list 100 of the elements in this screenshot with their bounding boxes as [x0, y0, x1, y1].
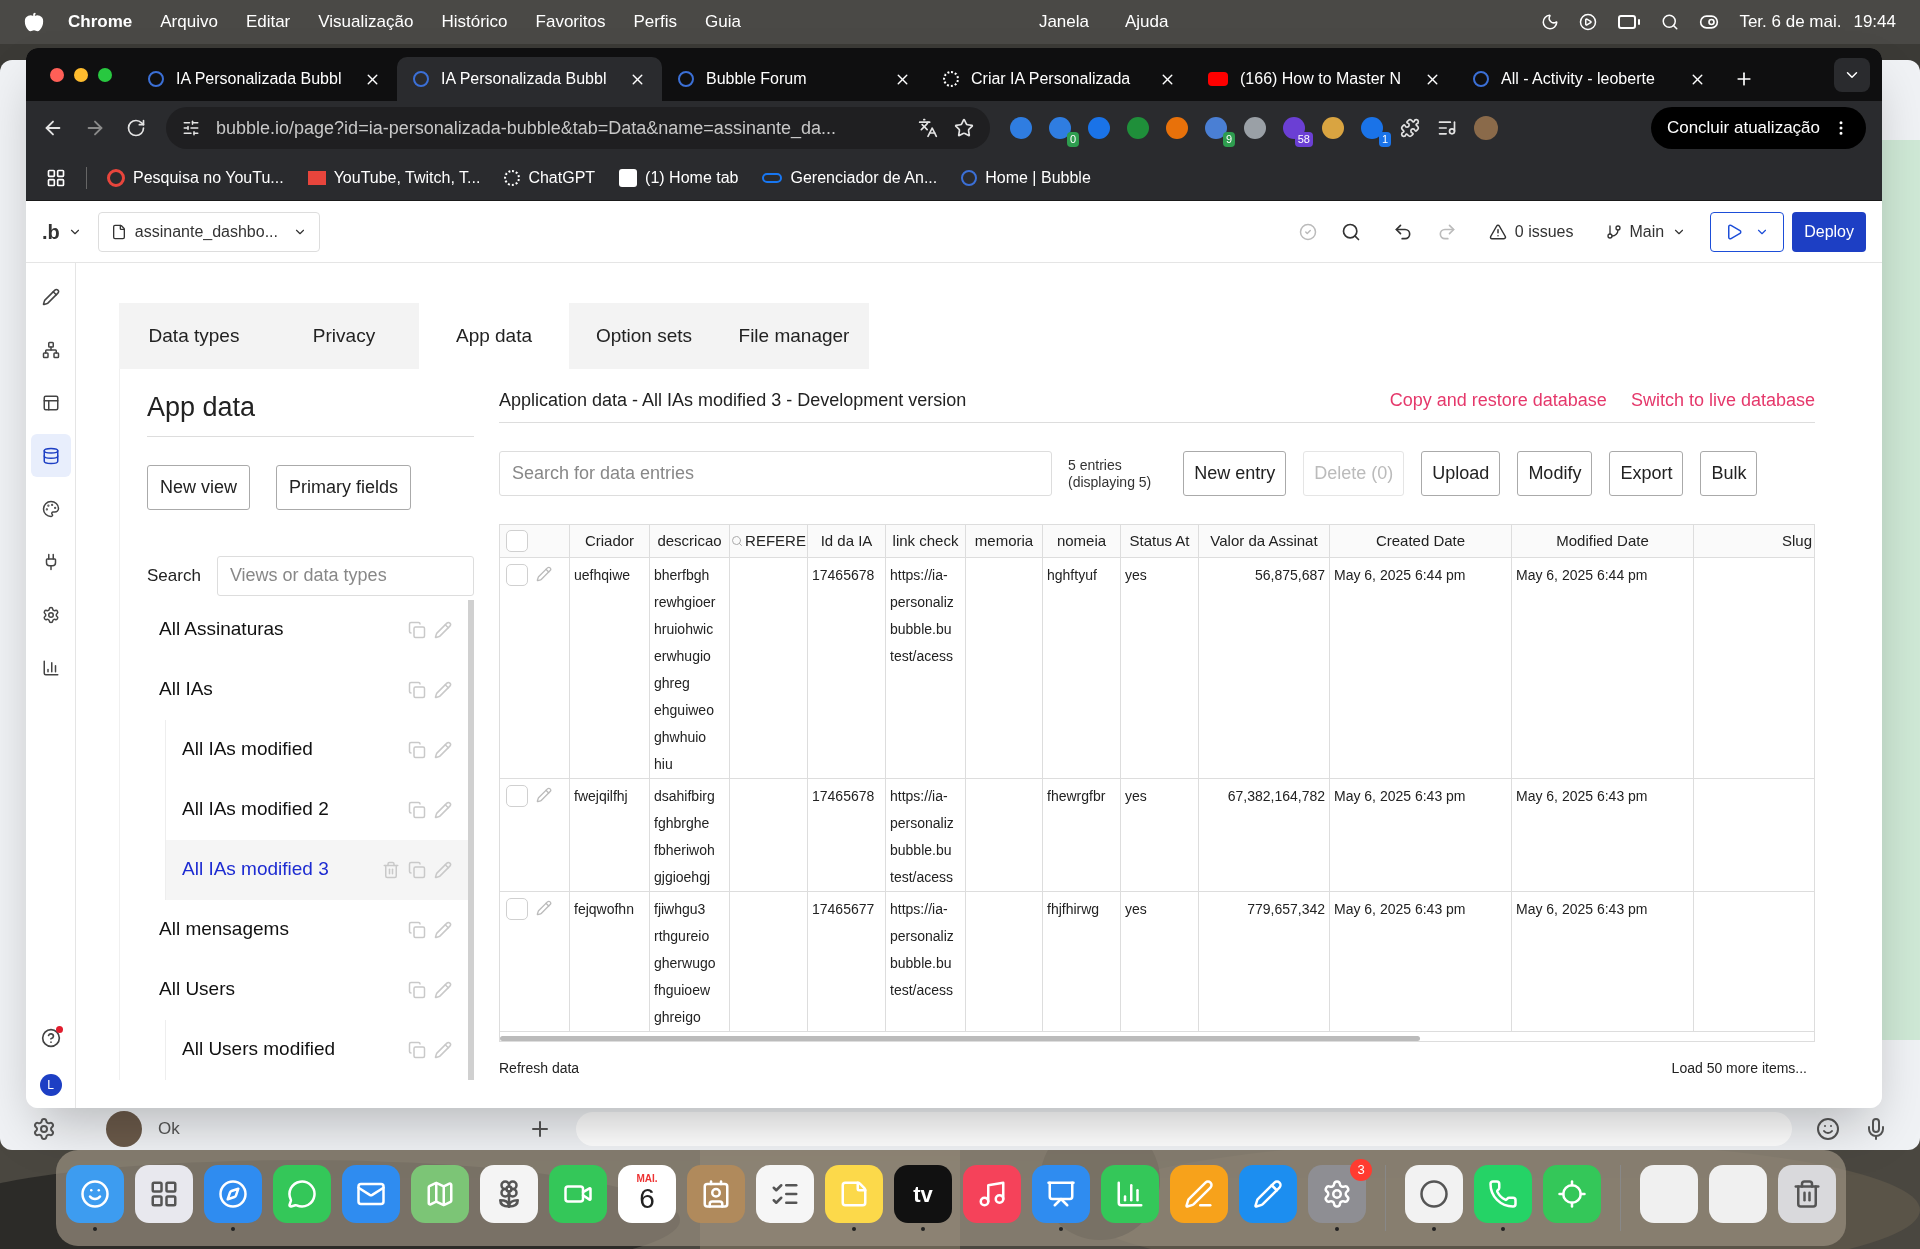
help-icon[interactable]	[40, 1028, 61, 1048]
action-button[interactable]: Export	[1609, 451, 1684, 496]
database-icon[interactable]	[30, 434, 71, 477]
notepad-icon[interactable]	[825, 1165, 883, 1223]
extension-icon[interactable]	[1244, 117, 1266, 139]
column-header[interactable]: Valor da Assinat	[1210, 529, 1318, 553]
browser-tab[interactable]: (166) How to Master N	[1192, 57, 1457, 101]
app-logo[interactable]: .b	[42, 216, 60, 247]
browser-tab[interactable]: IA Personalizada Bubbl	[397, 57, 662, 101]
browser-tab[interactable]: Bubble Forum	[662, 57, 927, 101]
column-header[interactable]: nomeia	[1056, 529, 1107, 553]
search-icon[interactable]	[1340, 221, 1361, 242]
music-note-icon[interactable]	[963, 1165, 1021, 1223]
bar-chart-icon[interactable]	[1101, 1165, 1159, 1223]
extension-icon[interactable]	[1049, 117, 1071, 139]
checkbox[interactable]	[506, 530, 528, 552]
menu-item[interactable]: Favoritos	[535, 9, 606, 35]
search-icon[interactable]	[1661, 13, 1680, 31]
bookmark[interactable]: (1) Home tab	[619, 165, 739, 190]
translate-icon[interactable]	[918, 118, 938, 138]
pen-icon[interactable]	[1170, 1165, 1228, 1223]
column-header[interactable]: descricao	[657, 529, 722, 553]
bookmark[interactable]: Pesquisa no YouTu...	[107, 165, 284, 190]
column-header[interactable]: Slug	[1781, 529, 1812, 553]
page-selector[interactable]: assinante_dashbo...	[97, 211, 320, 252]
user-avatar[interactable]: L	[39, 1074, 62, 1096]
browser-tab[interactable]: All - Activity - leoberte	[1457, 57, 1722, 101]
column-header[interactable]: REFERE	[745, 529, 806, 553]
menu-item[interactable]: Perfis	[633, 9, 677, 35]
menu-item[interactable]: Janela	[1038, 9, 1089, 35]
trash-icon[interactable]	[1778, 1165, 1836, 1223]
compass-icon[interactable]	[204, 1165, 262, 1223]
address-bar[interactable]: bubble.io/page?id=ia-personalizada-bubble&tab=Data&name=assinante_da...	[166, 107, 990, 149]
window-thumbnail[interactable]	[1640, 1165, 1698, 1223]
column-header[interactable]: Created Date	[1375, 529, 1466, 553]
media-controls-icon[interactable]	[1437, 118, 1457, 138]
bookmark[interactable]: YouTube, Twitch, T...	[307, 165, 481, 190]
contact-avatar[interactable]	[106, 1111, 142, 1147]
menu-item[interactable]: Arquivo	[160, 9, 218, 35]
preview-button[interactable]	[1710, 211, 1785, 252]
message-field[interactable]	[576, 1112, 1792, 1146]
column-header[interactable]: Criador	[584, 529, 635, 553]
menu-item[interactable]: Editar	[245, 9, 291, 35]
zoom-window-icon[interactable]	[98, 67, 112, 82]
panel-button[interactable]: Primary fields	[276, 464, 412, 510]
browser-tab[interactable]: IA Personalizada Bubbl	[132, 57, 397, 101]
action-button[interactable]: Bulk	[1700, 451, 1758, 496]
extension-icon[interactable]	[1088, 117, 1110, 139]
checkbox[interactable]	[506, 564, 528, 586]
apps-icon[interactable]	[46, 167, 66, 188]
extension-icon[interactable]	[1127, 117, 1149, 139]
emoji-icon[interactable]	[1816, 1117, 1840, 1141]
menu-item[interactable]: Visualização	[318, 9, 414, 35]
action-button[interactable]: Modify	[1517, 451, 1593, 496]
checkbox[interactable]	[506, 898, 528, 920]
flower-icon[interactable]	[480, 1165, 538, 1223]
database-link[interactable]: Switch to live database	[1630, 387, 1815, 414]
close-window-icon[interactable]	[50, 67, 64, 82]
tv-icon[interactable]: tv	[894, 1165, 952, 1223]
moon-icon[interactable]	[1541, 13, 1560, 31]
column-header[interactable]: Id da IA	[820, 529, 873, 553]
profile-avatar[interactable]	[1474, 116, 1498, 140]
speech-bubble-icon[interactable]	[273, 1165, 331, 1223]
browser-tab[interactable]: Criar IA Personalizada	[927, 57, 1192, 101]
branch-selector[interactable]: Main	[1605, 219, 1687, 244]
gear-icon[interactable]	[1308, 1165, 1366, 1223]
play-icon[interactable]	[1579, 13, 1598, 31]
load-more-link[interactable]: Load 50 more items...	[1671, 1058, 1807, 1079]
checkbox[interactable]	[506, 785, 528, 807]
undo-icon[interactable]	[1392, 221, 1413, 242]
contact-card-icon[interactable]	[687, 1165, 745, 1223]
extension-icon[interactable]	[1166, 117, 1188, 139]
menu-item[interactable]: Chrome	[68, 9, 133, 35]
bookmark[interactable]: ChatGPT	[504, 165, 596, 190]
check-icon[interactable]	[1298, 222, 1317, 241]
refresh-link[interactable]: Refresh data	[499, 1058, 580, 1079]
apple-icon[interactable]	[24, 12, 44, 32]
bookmark-star-icon[interactable]	[954, 118, 974, 138]
scrollbar[interactable]	[500, 1036, 1420, 1041]
entries-search-field[interactable]: Search for data entries	[499, 451, 1052, 496]
pencil-icon[interactable]	[1239, 1165, 1297, 1223]
search-field[interactable]: Views or data types	[216, 555, 474, 596]
action-button[interactable]: New entry	[1183, 451, 1287, 496]
tab[interactable]: File manager	[719, 303, 869, 369]
tab[interactable]: Option sets	[569, 303, 719, 369]
menu-item[interactable]: Histórico	[441, 9, 508, 35]
menu-time[interactable]: 19:44	[1853, 9, 1896, 35]
column-header[interactable]: link check	[892, 529, 959, 553]
phone-icon[interactable]	[1474, 1165, 1532, 1223]
envelope-icon[interactable]	[342, 1165, 400, 1223]
column-header[interactable]: Status At	[1129, 529, 1190, 553]
site-settings-icon[interactable]	[182, 119, 200, 137]
panel-button[interactable]: New view	[147, 464, 251, 510]
calendar-icon[interactable]: MAI. 6	[618, 1165, 676, 1223]
bookmark[interactable]: Gerenciador de An...	[762, 165, 938, 190]
column-header[interactable]: memoria	[974, 529, 1034, 553]
target-icon[interactable]	[1543, 1165, 1601, 1223]
minimize-window-icon[interactable]	[74, 67, 88, 82]
smiling-face-icon[interactable]	[66, 1165, 124, 1223]
extension-icon[interactable]	[1205, 117, 1227, 139]
